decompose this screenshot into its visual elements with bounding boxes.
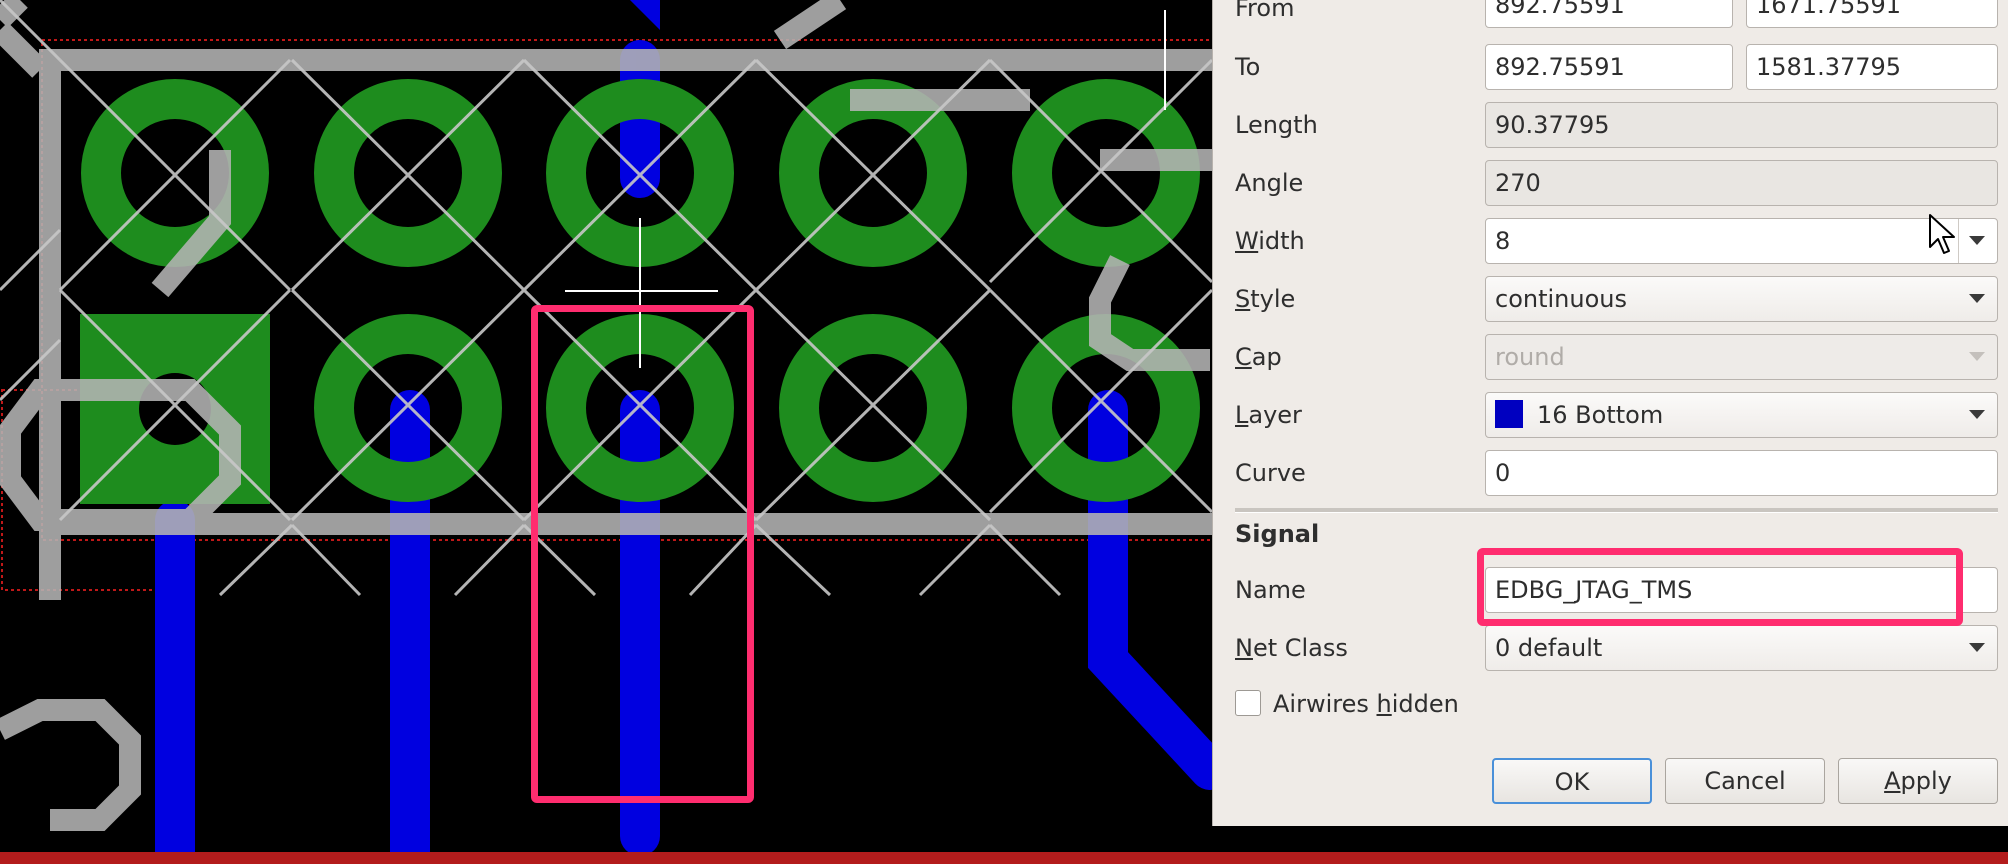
- layer-label: Layer: [1235, 395, 1302, 435]
- angle-readonly-field: 270: [1485, 160, 1998, 206]
- from-label: From: [1235, 0, 1295, 22]
- section-separator: [1235, 508, 1998, 513]
- chevron-down-icon[interactable]: [1969, 643, 1985, 652]
- cap-value: round: [1495, 343, 1565, 371]
- to-y-input[interactable]: 1581.37795: [1746, 44, 1998, 90]
- to-label: To: [1235, 53, 1261, 81]
- cap-label: Cap: [1235, 337, 1282, 377]
- from-x-input[interactable]: 892.75591: [1485, 0, 1733, 28]
- airwires-hidden-checkbox[interactable]: [1235, 690, 1261, 716]
- width-combo[interactable]: 8: [1485, 218, 1998, 264]
- airwires-label-pre: Airwires: [1273, 690, 1377, 718]
- cap-mnemonic: C: [1235, 343, 1252, 371]
- chevron-down-icon[interactable]: [1969, 410, 1985, 419]
- signal-section-title: Signal: [1235, 520, 1320, 548]
- width-value: 8: [1495, 227, 1511, 255]
- layer-value: 16 Bottom: [1537, 401, 1664, 429]
- layer-dropdown[interactable]: 16 Bottom: [1485, 392, 1998, 438]
- airwires-hidden-label[interactable]: Airwires hidden: [1273, 684, 1459, 724]
- layer-mnemonic: L: [1235, 401, 1249, 429]
- airwires-label-rest: idden: [1391, 690, 1459, 718]
- wire-properties-dialog: From 892.75591 1671.75591 To 892.75591 1…: [1212, 0, 2008, 826]
- mouse-pointer-icon: [1929, 214, 1955, 254]
- curve-label: Curve: [1235, 459, 1306, 487]
- canvas-bottom-strip: [0, 852, 2008, 864]
- style-label: Style: [1235, 279, 1295, 319]
- pointer-shape: [1929, 214, 1955, 254]
- netclass-label-rest: et Class: [1252, 634, 1348, 662]
- style-value: continuous: [1495, 285, 1627, 313]
- width-label-rest: idth: [1258, 227, 1305, 255]
- style-label-rest: tyle: [1250, 285, 1296, 313]
- angle-label: Angle: [1235, 169, 1304, 197]
- signal-name-label: Name: [1235, 576, 1306, 604]
- cancel-button[interactable]: Cancel: [1665, 758, 1825, 804]
- airwires-mnemonic: h: [1376, 690, 1392, 718]
- ok-button[interactable]: OK: [1492, 758, 1652, 804]
- width-mnemonic: W: [1235, 227, 1259, 255]
- chevron-down-icon[interactable]: [1969, 236, 1985, 245]
- curve-input[interactable]: 0: [1485, 450, 1998, 496]
- chevron-down-icon[interactable]: [1969, 294, 1985, 303]
- layer-label-rest: ayer: [1248, 401, 1302, 429]
- width-combo-divider: [1958, 219, 1959, 263]
- layer-color-swatch: [1495, 400, 1523, 428]
- cap-label-rest: ap: [1251, 343, 1282, 371]
- length-readonly-field: 90.37795: [1485, 102, 1998, 148]
- cap-dropdown: round: [1485, 334, 1998, 380]
- signal-name-input[interactable]: EDBG_JTAG_TMS: [1485, 567, 1998, 613]
- apply-label-rest: pply: [1900, 767, 1952, 795]
- apply-mnemonic: A: [1884, 767, 1901, 795]
- netclass-dropdown[interactable]: 0 default: [1485, 625, 1998, 671]
- style-mnemonic: S: [1235, 285, 1251, 313]
- length-label: Length: [1235, 111, 1318, 139]
- netclass-mnemonic: N: [1235, 634, 1253, 662]
- netclass-value: 0 default: [1495, 634, 1603, 662]
- style-dropdown[interactable]: continuous: [1485, 276, 1998, 322]
- chevron-down-icon: [1969, 352, 1985, 361]
- from-y-input[interactable]: 1671.75591: [1746, 0, 1998, 28]
- apply-button[interactable]: Apply: [1838, 758, 1998, 804]
- width-label: Width: [1235, 221, 1305, 261]
- netclass-label: Net Class: [1235, 628, 1348, 668]
- to-x-input[interactable]: 892.75591: [1485, 44, 1733, 90]
